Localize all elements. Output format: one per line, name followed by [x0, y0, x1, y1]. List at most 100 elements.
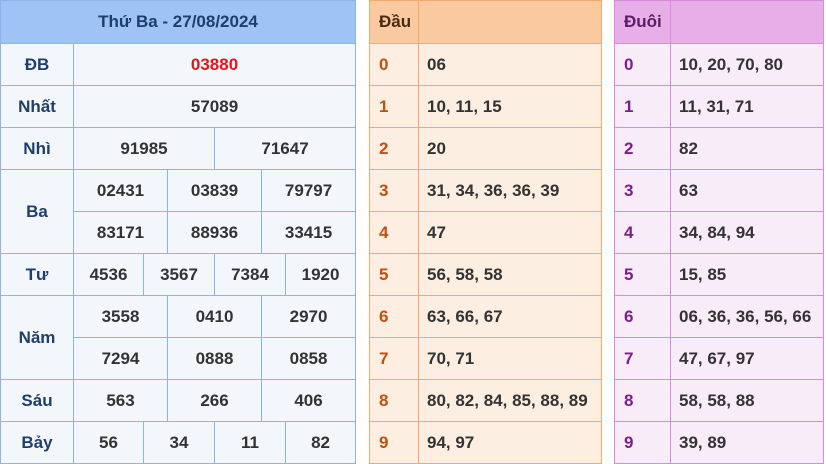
digit-key: 2	[369, 127, 419, 170]
duoi-row: 2 82	[614, 127, 824, 170]
digit-values: 63	[670, 169, 824, 212]
dau-header-blank	[418, 0, 602, 44]
prize-value: 02431	[73, 169, 168, 212]
prize-value: 3558	[73, 295, 168, 338]
digit-values: 56, 58, 58	[418, 253, 602, 296]
prize-value: 83171	[73, 211, 168, 254]
digit-key: 4	[369, 211, 419, 254]
prize-value: 88936	[167, 211, 262, 254]
digit-key: 2	[614, 127, 671, 170]
prize-row-seventh: Bảy 56 34 11 82	[0, 421, 357, 464]
prize-row-sixth: Sáu 563 266 406	[0, 379, 357, 422]
digit-values: 10, 20, 70, 80	[670, 43, 824, 86]
prize-label: ĐB	[0, 43, 74, 86]
digit-values: 10, 11, 15	[418, 85, 602, 128]
dau-row: 2 20	[369, 127, 602, 170]
prize-row-fifth: Năm 3558 0410 2970	[0, 295, 357, 380]
dau-row: 5 56, 58, 58	[369, 253, 602, 296]
duoi-header: Đuôi	[614, 0, 671, 44]
prize-label: Bảy	[0, 421, 74, 464]
prize-value: 34	[143, 421, 215, 464]
prize-value: 0858	[260, 337, 357, 380]
duoi-row: 0 10, 20, 70, 80	[614, 43, 824, 86]
digit-key: 1	[369, 85, 419, 128]
prize-row-second: Nhì 91985 71647	[0, 127, 357, 170]
duoi-row: 7 47, 67, 97	[614, 337, 824, 380]
dau-row: 7 70, 71	[369, 337, 602, 380]
tail-digit-table: Đuôi 0 10, 20, 70, 80 1 11, 31, 71 2 82 3 63…	[614, 0, 824, 464]
digit-values: 39, 89	[670, 421, 824, 464]
digit-values: 82	[670, 127, 824, 170]
digit-key: 6	[614, 295, 671, 338]
prize-value: 56	[73, 421, 144, 464]
digit-key: 0	[614, 43, 671, 86]
digit-key: 8	[369, 379, 419, 422]
prize-value: 33415	[260, 211, 357, 254]
prize-value: 57089	[72, 85, 357, 128]
dau-row: 9 94, 97	[369, 421, 602, 464]
duoi-row: 6 06, 36, 36, 56, 66	[614, 295, 824, 338]
prize-value: 11	[214, 421, 286, 464]
digit-values: 58, 58, 88	[670, 379, 824, 422]
prize-value: 7294	[73, 337, 168, 380]
digit-values: 80, 82, 84, 85, 88, 89	[418, 379, 602, 422]
duoi-header-blank	[670, 0, 824, 44]
prize-row-first: Nhất 57089	[0, 85, 357, 128]
digit-key: 8	[614, 379, 671, 422]
prize-value: 82	[284, 421, 357, 464]
digit-key: 5	[614, 253, 671, 296]
digit-values: 06	[418, 43, 602, 86]
digit-key: 7	[614, 337, 671, 380]
prize-value: 7384	[214, 253, 286, 296]
duoi-row: 4 34, 84, 94	[614, 211, 824, 254]
digit-values: 63, 66, 67	[418, 295, 602, 338]
digit-key: 6	[369, 295, 419, 338]
prize-label: Nhất	[0, 85, 74, 128]
prize-value: 4536	[73, 253, 144, 296]
prize-value: 406	[260, 379, 357, 422]
digit-key: 3	[614, 169, 671, 212]
prize-label: Năm	[0, 295, 74, 380]
prize-row-fourth: Tư 4536 3567 7384 1920	[0, 253, 357, 296]
digit-key: 7	[369, 337, 419, 380]
digit-key: 3	[369, 169, 419, 212]
results-title: Thứ Ba - 27/08/2024	[0, 0, 357, 44]
digit-key: 4	[614, 211, 671, 254]
digit-values: 15, 85	[670, 253, 824, 296]
prize-label: Tư	[0, 253, 74, 296]
digit-values: 47	[418, 211, 602, 254]
duoi-row: 1 11, 31, 71	[614, 85, 824, 128]
digit-values: 31, 34, 36, 36, 39	[418, 169, 602, 212]
prize-label: Sáu	[0, 379, 74, 422]
dau-row: 6 63, 66, 67	[369, 295, 602, 338]
dau-row: 8 80, 82, 84, 85, 88, 89	[369, 379, 602, 422]
prize-row-third: Ba 02431 03839 79797	[0, 169, 357, 254]
lottery-results-table: Thứ Ba - 27/08/2024 ĐB 03880 Nhất 57089 …	[0, 0, 357, 464]
digit-values: 34, 84, 94	[670, 211, 824, 254]
prize-value: 0410	[167, 295, 262, 338]
prize-value: 03839	[167, 169, 262, 212]
prize-value: 266	[167, 379, 262, 422]
digit-values: 47, 67, 97	[670, 337, 824, 380]
head-digit-table: Đầu 0 06 1 10, 11, 15 2 20 3 31, 34, 36, 36,…	[369, 0, 602, 464]
duoi-row: 8 58, 58, 88	[614, 379, 824, 422]
special-prize-value: 03880	[72, 43, 357, 86]
digit-values: 06, 36, 36, 56, 66	[670, 295, 824, 338]
dau-header: Đầu	[369, 0, 419, 44]
digit-values: 11, 31, 71	[670, 85, 824, 128]
dau-row: 1 10, 11, 15	[369, 85, 602, 128]
prize-label: Ba	[0, 169, 74, 254]
digit-values: 20	[418, 127, 602, 170]
prize-value: 79797	[260, 169, 357, 212]
prize-value: 71647	[213, 127, 357, 170]
dau-row: 3 31, 34, 36, 36, 39	[369, 169, 602, 212]
duoi-row: 5 15, 85	[614, 253, 824, 296]
prize-label: Nhì	[0, 127, 74, 170]
prize-value: 3567	[143, 253, 215, 296]
duoi-row: 9 39, 89	[614, 421, 824, 464]
dau-row: 4 47	[369, 211, 602, 254]
digit-key: 1	[614, 85, 671, 128]
digit-key: 5	[369, 253, 419, 296]
digit-key: 9	[614, 421, 671, 464]
prize-value: 2970	[260, 295, 357, 338]
